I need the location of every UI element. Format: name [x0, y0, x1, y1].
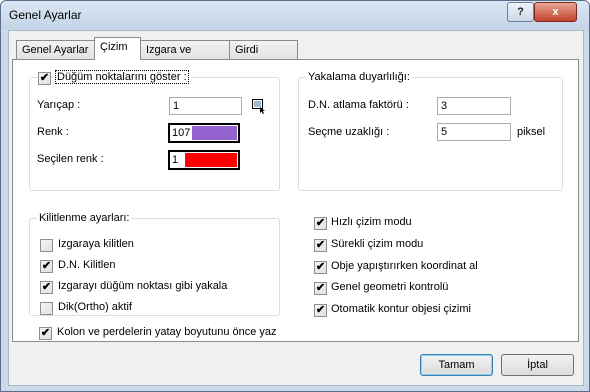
color-label: Renk :: [37, 126, 69, 138]
selected-color-picker-field[interactable]: 1: [168, 150, 240, 170]
grid-as-node-label[interactable]: Izgarayı düğüm noktası gibi yakala: [58, 280, 227, 292]
selected-color-swatch: [185, 153, 237, 167]
continuous-draw-label[interactable]: Sürekli çizim modu: [331, 238, 423, 250]
show-nodes-legend: Düğüm noktalarını göster :: [53, 70, 191, 84]
selection-distance-unit: piksel: [517, 126, 546, 138]
fast-draw-checkbox[interactable]: ✔: [314, 217, 327, 230]
snap-sensitivity-group: Yakalama duyarlılığı: D.N. atlama faktör…: [298, 71, 563, 191]
tab-page-cizim: ✔ Düğüm noktalarını göster : Yarıçap : 1…: [12, 59, 579, 342]
radius-label: Yarıçap :: [37, 99, 81, 111]
cancel-button[interactable]: İptal: [501, 354, 574, 376]
node-lock-label[interactable]: D.N. Kilitlen: [58, 259, 115, 271]
lock-settings-group: Kilitlenme ayarları: Izgaraya kilitlen ✔…: [29, 212, 280, 316]
selection-distance-label: Seçme uzaklığı :: [308, 126, 390, 138]
grid-lock-checkbox[interactable]: [40, 239, 53, 252]
paste-coordinate-checkbox[interactable]: ✔: [314, 261, 327, 274]
show-nodes-label: Düğüm noktalarını göster :: [55, 70, 189, 84]
close-button[interactable]: x: [534, 2, 577, 22]
selection-distance-input[interactable]: 5: [437, 123, 511, 141]
help-button[interactable]: ?: [507, 2, 534, 22]
column-dimension-checkbox[interactable]: ✔: [39, 327, 52, 340]
dialog-client-area: Genel Ayarlar Çizim Izgara ve Sınırlar G…: [8, 30, 584, 386]
radius-input[interactable]: 1: [169, 97, 242, 115]
skip-factor-input[interactable]: 3: [437, 97, 511, 115]
snap-sensitivity-legend: Yakalama duyarlılığı:: [306, 71, 412, 83]
show-nodes-checkbox[interactable]: ✔: [38, 72, 51, 85]
tab-genel-ayarlar[interactable]: Genel Ayarlar: [16, 40, 95, 59]
auto-contour-checkbox[interactable]: ✔: [314, 304, 327, 317]
color-value: 107: [172, 127, 191, 139]
selected-color-value: 1: [172, 154, 179, 166]
skip-factor-label: D.N. atlama faktörü :: [308, 99, 409, 111]
tab-cizim[interactable]: Çizim: [94, 37, 141, 60]
color-picker-field[interactable]: 107: [168, 123, 240, 143]
tab-izgara-ve-sinirlar[interactable]: Izgara ve Sınırlar: [140, 40, 230, 75]
grid-lock-label[interactable]: Izgaraya kilitlen: [58, 238, 134, 250]
column-dimension-label[interactable]: Kolon ve perdelerin yatay boyutunu önce …: [57, 326, 277, 338]
fast-draw-label[interactable]: Hızlı çizim modu: [331, 216, 412, 228]
window-title: Genel Ayarlar: [9, 8, 82, 22]
paste-coordinate-label[interactable]: Obje yapıştırırken koordinat al: [331, 260, 478, 272]
color-swatch: [192, 126, 237, 140]
dialog-window: Genel Ayarlar ? x Genel Ayarlar Çizim Iz…: [0, 0, 590, 392]
geometry-check-checkbox[interactable]: ✔: [314, 282, 327, 295]
grid-as-node-checkbox[interactable]: ✔: [40, 281, 53, 294]
selected-color-label: Seçilen renk :: [37, 153, 104, 165]
ortho-label[interactable]: Dik(Ortho) aktif: [58, 301, 132, 313]
auto-contour-label[interactable]: Otomatik kontur objesi çizimi: [331, 303, 471, 315]
lock-settings-legend: Kilitlenme ayarları:: [37, 212, 132, 224]
geometry-check-label[interactable]: Genel geometri kontrolü: [331, 281, 448, 293]
cursor-picker-icon[interactable]: [251, 98, 267, 114]
node-points-group: ✔ Düğüm noktalarını göster : Yarıçap : 1…: [29, 70, 280, 191]
tab-girdi-birimleri[interactable]: Girdi Birimleri: [229, 40, 298, 75]
continuous-draw-checkbox[interactable]: ✔: [314, 239, 327, 252]
ortho-checkbox[interactable]: [40, 302, 53, 315]
title-bar[interactable]: Genel Ayarlar ? x: [1, 1, 589, 29]
node-lock-checkbox[interactable]: ✔: [40, 260, 53, 273]
ok-button[interactable]: Tamam: [420, 354, 493, 376]
